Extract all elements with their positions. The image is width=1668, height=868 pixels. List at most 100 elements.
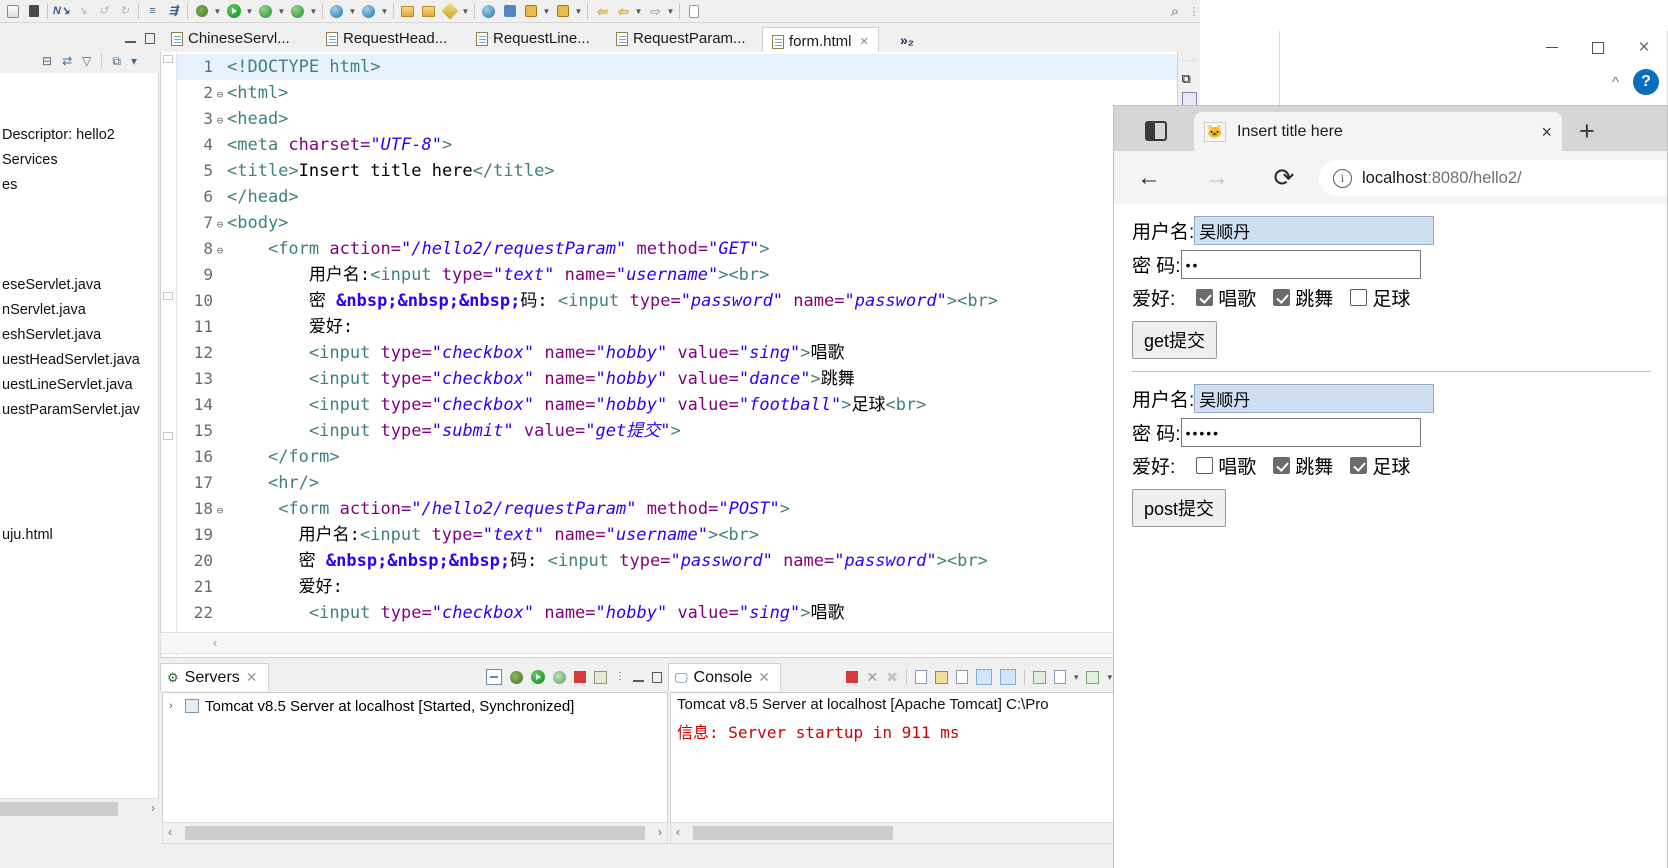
edit-pencil-icon[interactable] <box>439 1 460 22</box>
forward-icon[interactable]: → <box>1199 160 1235 196</box>
hobby-checkbox[interactable] <box>1273 289 1291 306</box>
code-line[interactable]: 19 用户名:<input type="text" name="username… <box>177 522 1177 548</box>
search-icon[interactable]: ⌕ <box>1162 3 1188 20</box>
view-menu-icon[interactable]: ⧉ <box>112 54 121 69</box>
stop-server-icon[interactable] <box>574 671 586 683</box>
code-line[interactable]: 7 ⊖ <body> <box>177 210 1177 236</box>
show-console-on-error-icon[interactable] <box>999 669 1016 685</box>
explorer-item[interactable] <box>0 498 158 523</box>
run-dropdown-arrow[interactable]: ▼ <box>244 7 255 16</box>
tab-servers[interactable]: ⚙ Servers ✕ <box>160 663 269 691</box>
servers-horizontal-scrollbar[interactable]: ‹ › <box>162 822 668 844</box>
explorer-item[interactable]: uju.html <box>0 523 158 548</box>
editor-horizontal-scrollbar[interactable]: ‹ <box>160 632 1178 654</box>
new-server-icon[interactable] <box>326 1 347 22</box>
editor-tab-3[interactable]: RequestParam... <box>607 25 755 53</box>
code-editor[interactable]: 1 <!DOCTYPE html> 2 ⊖ <html> 3 ⊖ <head> 4 <meta c… <box>160 52 1178 658</box>
username-input[interactable]: 吴顺丹 <box>1194 216 1435 245</box>
person-run-icon[interactable] <box>499 1 520 22</box>
close-icon[interactable]: ✕ <box>246 669 258 686</box>
explorer-horizontal-scrollbar[interactable]: › <box>0 798 159 820</box>
code-line[interactable]: 3 ⊖ <head> <box>177 106 1177 132</box>
scroll-left-icon[interactable]: ‹ <box>676 825 680 839</box>
explorer-item[interactable]: Descriptor: hello2 <box>0 123 158 148</box>
history-dropdown-arrow[interactable]: ▼ <box>633 7 644 16</box>
next-edit-icon[interactable]: ⇨ <box>644 1 665 22</box>
remove-launch-icon[interactable]: ✕ <box>866 669 878 686</box>
close-button[interactable]: × <box>1621 31 1667 64</box>
code-line[interactable]: 1 <!DOCTYPE html> <box>177 54 1177 80</box>
code-line[interactable]: 5 <title>Insert title here</title> <box>177 158 1177 184</box>
explorer-item[interactable]: uestHeadServlet.java <box>0 348 158 373</box>
next-annotation-icon[interactable]: N↘ <box>51 1 72 22</box>
code-line[interactable]: 16 </form> <box>177 444 1177 470</box>
close-tab-icon[interactable]: × <box>1541 123 1552 141</box>
explorer-item[interactable] <box>0 73 158 98</box>
editor-tab-1[interactable]: RequestHead... <box>317 25 456 53</box>
back-icon[interactable]: ← <box>1131 160 1167 196</box>
next-edit-dropdown-arrow[interactable]: ▼ <box>665 7 676 16</box>
code-line[interactable]: 12 <input type="checkbox" name="hobby" v… <box>177 340 1177 366</box>
hobby-checkbox[interactable] <box>1350 289 1368 306</box>
maximize-button[interactable] <box>1575 31 1621 64</box>
coverage-icon[interactable] <box>255 1 276 22</box>
browser-dropdown-arrow[interactable]: ▼ <box>379 7 390 16</box>
open-resource-icon[interactable] <box>397 1 418 22</box>
console-output[interactable]: Tomcat v8.5 Server at localhost [Apache … <box>670 692 1116 824</box>
download-icon[interactable] <box>520 1 541 22</box>
explorer-item[interactable]: uestParamServlet.jav <box>0 398 158 423</box>
code-line[interactable]: 9 用户名:<input type="text" name="username"… <box>177 262 1177 288</box>
skip-breakpoints-icon[interactable]: ⇶ <box>163 1 184 22</box>
explorer-item[interactable]: nServlet.java <box>0 298 158 323</box>
explorer-item[interactable] <box>0 248 158 273</box>
profile-dropdown-arrow[interactable]: ▼ <box>308 7 319 16</box>
password-input[interactable]: •• <box>1180 250 1421 279</box>
hobby-checkbox[interactable] <box>1196 457 1214 474</box>
new-tab-icon[interactable]: + <box>1579 118 1595 145</box>
editor-tab-4[interactable]: form.html ✕ <box>762 27 879 55</box>
submit-button[interactable]: get提交 <box>1132 321 1218 359</box>
code-content[interactable]: 1 <!DOCTYPE html> 2 ⊖ <html> 3 ⊖ <head> 4 <meta c… <box>177 52 1177 657</box>
open-console-arrow-icon[interactable]: ▾ <box>1107 672 1112 683</box>
code-line[interactable]: 6 </head> <box>177 184 1177 210</box>
filter-icon[interactable]: ▽ <box>82 54 91 68</box>
upload-dropdown-arrow[interactable]: ▼ <box>573 7 584 16</box>
help-icon[interactable]: ? <box>1633 69 1659 95</box>
maximize-view-icon[interactable] <box>145 32 155 44</box>
maximize-view-icon[interactable] <box>652 671 662 683</box>
terminate-icon[interactable] <box>846 671 859 683</box>
word-wrap-icon[interactable] <box>955 670 968 684</box>
explorer-item[interactable] <box>0 223 158 248</box>
console-menu-arrow-icon[interactable]: ▾ <box>1074 672 1079 683</box>
code-line[interactable]: 13 <input type="checkbox" name="hobby" v… <box>177 366 1177 392</box>
scroll-left-icon[interactable]: ‹ <box>168 825 172 839</box>
code-line[interactable]: 10 密 &nbsp;&nbsp;&nbsp;码: <input type="p… <box>177 288 1177 314</box>
fold-toggle-icon[interactable]: ⊖ <box>213 498 227 524</box>
profile-server-icon[interactable] <box>553 670 566 684</box>
code-line[interactable]: 21 爱好: <box>177 574 1177 600</box>
submit-button[interactable]: post提交 <box>1132 489 1227 527</box>
show-console-on-output-icon[interactable] <box>975 669 992 685</box>
upload-icon[interactable] <box>552 1 573 22</box>
hobby-checkbox[interactable] <box>1273 457 1291 474</box>
save-icon[interactable] <box>23 1 44 22</box>
browser-tab[interactable]: 🐱 Insert title here × <box>1194 112 1562 151</box>
debug-dropdown-arrow[interactable]: ▼ <box>212 7 223 16</box>
reload-icon[interactable]: ⟳ <box>1266 160 1302 196</box>
project-explorer-tree[interactable]: Descriptor: hello2 Services es eseServlet.… <box>0 73 159 798</box>
download-dropdown-arrow[interactable]: ▼ <box>541 7 552 16</box>
task-list-icon[interactable]: ≡ <box>142 1 163 22</box>
link-editor-icon[interactable]: ⇄ <box>62 54 72 68</box>
view-menu-icon[interactable]: ⋮ <box>615 672 625 682</box>
editor-tab-2[interactable]: RequestLine... <box>467 25 599 53</box>
debug-icon[interactable] <box>191 1 212 22</box>
open-console-icon[interactable] <box>1086 670 1100 684</box>
chevron-up-icon[interactable]: ^ <box>1612 74 1619 91</box>
edit-dropdown-arrow[interactable]: ▼ <box>460 7 471 16</box>
fold-toggle-icon[interactable]: ⊖ <box>213 238 227 264</box>
console-horizontal-scrollbar[interactable]: ‹ <box>670 822 1116 844</box>
explorer-item[interactable] <box>0 98 158 123</box>
start-server-icon[interactable] <box>531 670 545 684</box>
username-input[interactable]: 吴顺丹 <box>1194 384 1435 413</box>
fold-toggle-icon[interactable]: ⊖ <box>213 108 227 134</box>
